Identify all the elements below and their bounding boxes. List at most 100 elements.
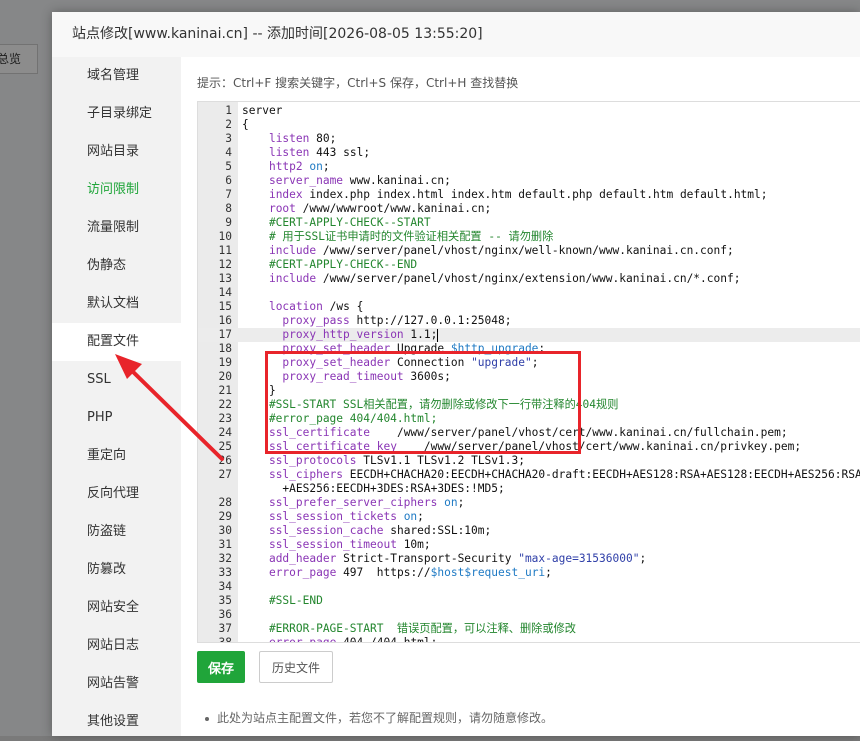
line-number: 30 xyxy=(218,524,232,537)
code-line[interactable]: 6 server_name www.kaninai.cn; xyxy=(198,174,860,188)
sidebar-item-access-limit[interactable]: 访问限制 xyxy=(52,171,181,209)
code-line[interactable]: 1 server xyxy=(198,104,860,118)
modal-title: 站点修改[www.kaninai.cn] -- 添加时间[2026-08-05 … xyxy=(52,12,860,58)
code-line[interactable]: 4 listen 443 ssl; xyxy=(198,146,860,160)
code-line[interactable]: 27 ssl_ciphers EECDH+CHACHA20:EECDH+CHAC… xyxy=(198,468,860,496)
code-line[interactable]: 3 listen 80; xyxy=(198,132,860,146)
code-line[interactable]: 23 #error_page 404/404.html; xyxy=(198,412,860,426)
config-content: 提示：Ctrl+F 搜索关键字，Ctrl+S 保存，Ctrl+H 查找替换 1s… xyxy=(181,57,860,736)
line-number: 24 xyxy=(218,426,232,439)
line-number: 38 xyxy=(218,636,232,643)
line-number: 26 xyxy=(218,454,232,467)
line-number: 19 xyxy=(218,356,232,369)
code-text: #error_page 404/404.html; xyxy=(242,412,438,425)
line-number: 37 xyxy=(218,622,232,635)
code-line[interactable]: 2{ xyxy=(198,118,860,132)
line-number: 28 xyxy=(218,496,232,509)
code-line[interactable]: 9 #CERT-APPLY-CHECK--START xyxy=(198,216,860,230)
editor-hint: 提示：Ctrl+F 搜索关键字，Ctrl+S 保存，Ctrl+H 查找替换 xyxy=(197,76,519,90)
code-text: ssl_certificate /www/server/panel/vhost/… xyxy=(268,426,788,439)
code-line[interactable]: 29 ssl_session_tickets on; xyxy=(198,510,860,524)
code-line[interactable]: 15 location /ws { xyxy=(198,300,860,314)
code-text: index index.php index.html index.htm def… xyxy=(268,188,768,201)
sidebar-item-default-document[interactable]: 默认文档 xyxy=(52,285,181,323)
code-text: #SSL-END xyxy=(242,594,323,607)
code-text: #SSL-START SSL相关配置，请勿删除或修改下一行带注释的404规则 xyxy=(242,398,619,411)
code-line[interactable]: 32 add_header Strict-Transport-Security … xyxy=(198,552,860,566)
code-line[interactable]: 5 http2 on; xyxy=(198,160,860,174)
code-text: proxy_set_header Connection "upgrade"; xyxy=(282,356,539,369)
code-line[interactable]: 20 proxy_read_timeout 3600s; xyxy=(198,370,860,384)
sidebar-item-other-settings[interactable]: 其他设置 xyxy=(52,703,181,741)
code-line[interactable]: 31 ssl_session_timeout 10m; xyxy=(198,538,860,552)
code-line[interactable]: 19 proxy_set_header Connection "upgrade"… xyxy=(198,356,860,370)
code-text: ssl_prefer_server_ciphers on; xyxy=(268,496,465,509)
sidebar-item-ssl[interactable]: SSL xyxy=(52,361,181,399)
sidebar-item-domain[interactable]: 域名管理 xyxy=(52,57,181,95)
config-note: 此处为站点主配置文件，若您不了解配置规则，请勿随意修改。 xyxy=(205,709,553,726)
code-text: root /www/wwwroot/www.kaninai.cn; xyxy=(268,202,492,215)
code-text: server_name www.kaninai.cn; xyxy=(268,174,451,187)
code-line[interactable]: 7 index index.php index.html index.htm d… xyxy=(198,188,860,202)
code-text: #ERROR-PAGE-START 错误页配置，可以注释、删除或修改 xyxy=(242,622,576,635)
code-line[interactable]: 11 include /www/server/panel/vhost/nginx… xyxy=(198,244,860,258)
code-line[interactable]: 37 #ERROR-PAGE-START 错误页配置，可以注释、删除或修改 xyxy=(198,622,860,636)
sidebar-item-reverse-proxy[interactable]: 反向代理 xyxy=(52,475,181,513)
code-text: listen 443 ssl; xyxy=(268,146,371,159)
code-line[interactable]: 21 } xyxy=(198,384,860,398)
code-lines[interactable]: 1 server 2{3 listen 80; 4 listen 443 ssl; 5 … xyxy=(198,104,860,643)
code-line[interactable]: 12 #CERT-APPLY-CHECK--END xyxy=(198,258,860,272)
code-text: location /ws { xyxy=(268,300,364,313)
code-line[interactable]: 36 xyxy=(198,608,860,622)
code-line[interactable]: 25 ssl_certificate_key /www/server/panel… xyxy=(198,440,860,454)
line-number: 3 xyxy=(225,132,232,145)
code-line[interactable]: 35 #SSL-END xyxy=(198,594,860,608)
code-text: proxy_http_version 1.1; xyxy=(282,328,439,342)
sidebar-item-site-logs[interactable]: 网站日志 xyxy=(52,627,181,665)
code-line[interactable]: 33 error_page 497 https://$host$request_… xyxy=(198,566,860,580)
code-text: #CERT-APPLY-CHECK--START xyxy=(242,216,431,229)
save-button[interactable]: 保存 xyxy=(197,651,245,683)
code-line[interactable]: 26 ssl_protocols TLSv1.1 TLSv1.2 TLSv1.3… xyxy=(198,454,860,468)
code-line[interactable]: 14 xyxy=(198,286,860,300)
line-number: 27 xyxy=(218,468,232,481)
code-line[interactable]: 28 ssl_prefer_server_ciphers on; xyxy=(198,496,860,510)
line-number: 8 xyxy=(225,202,232,215)
code-line[interactable]: 24 ssl_certificate /www/server/panel/vho… xyxy=(198,426,860,440)
sidebar-item-site-alerts[interactable]: 网站告警 xyxy=(52,665,181,703)
line-number: 23 xyxy=(218,412,232,425)
config-editor[interactable]: 1 server 2{3 listen 80; 4 listen 443 ssl; 5 … xyxy=(197,101,860,643)
code-text: error_page 497 https://$host$request_uri… xyxy=(268,566,552,579)
code-text: ssl_session_tickets on; xyxy=(268,510,424,523)
line-number: 12 xyxy=(218,258,232,271)
code-text: listen 80; xyxy=(268,132,337,145)
sidebar-item-php[interactable]: PHP xyxy=(52,399,181,437)
sidebar-item-subdirectory[interactable]: 子目录绑定 xyxy=(52,95,181,133)
code-line[interactable]: 34 xyxy=(198,580,860,594)
history-files-button[interactable]: 历史文件 xyxy=(259,651,333,683)
code-line[interactable]: 13 include /www/server/panel/vhost/nginx… xyxy=(198,272,860,286)
sidebar-item-site-directory[interactable]: 网站目录 xyxy=(52,133,181,171)
line-number: 31 xyxy=(218,538,232,551)
line-number: 4 xyxy=(225,146,232,159)
sidebar-item-site-security[interactable]: 网站安全 xyxy=(52,589,181,627)
code-line[interactable]: 30 ssl_session_cache shared:SSL:10m; xyxy=(198,524,860,538)
sidebar-item-redirect[interactable]: 重定向 xyxy=(52,437,181,475)
code-line[interactable]: 17 proxy_http_version 1.1; xyxy=(198,328,860,342)
code-line[interactable]: 38 error_page 404 /404.html; xyxy=(198,636,860,643)
line-number: 35 xyxy=(218,594,232,607)
sidebar-item-hotlink[interactable]: 防盗链 xyxy=(52,513,181,551)
code-line[interactable]: 16 proxy_pass http://127.0.0.1:25048; xyxy=(198,314,860,328)
line-number: 29 xyxy=(218,510,232,523)
code-line[interactable]: 22 #SSL-START SSL相关配置，请勿删除或修改下一行带注释的404规… xyxy=(198,398,860,412)
line-number: 13 xyxy=(218,272,232,285)
code-text: #CERT-APPLY-CHECK--END xyxy=(242,258,418,271)
line-number: 1 xyxy=(225,104,232,117)
code-line[interactable]: 18 proxy_set_header Upgrade $http_upgrad… xyxy=(198,342,860,356)
sidebar-item-rewrite[interactable]: 伪静态 xyxy=(52,247,181,285)
code-line[interactable]: 10 # 用于SSL证书申请时的文件验证相关配置 -- 请勿删除 xyxy=(198,230,860,244)
code-line[interactable]: 8 root /www/wwwroot/www.kaninai.cn; xyxy=(198,202,860,216)
sidebar-item-tamper-proof[interactable]: 防篡改 xyxy=(52,551,181,589)
sidebar-item-config-file[interactable]: 配置文件 xyxy=(52,323,181,361)
sidebar-item-traffic-limit[interactable]: 流量限制 xyxy=(52,209,181,247)
